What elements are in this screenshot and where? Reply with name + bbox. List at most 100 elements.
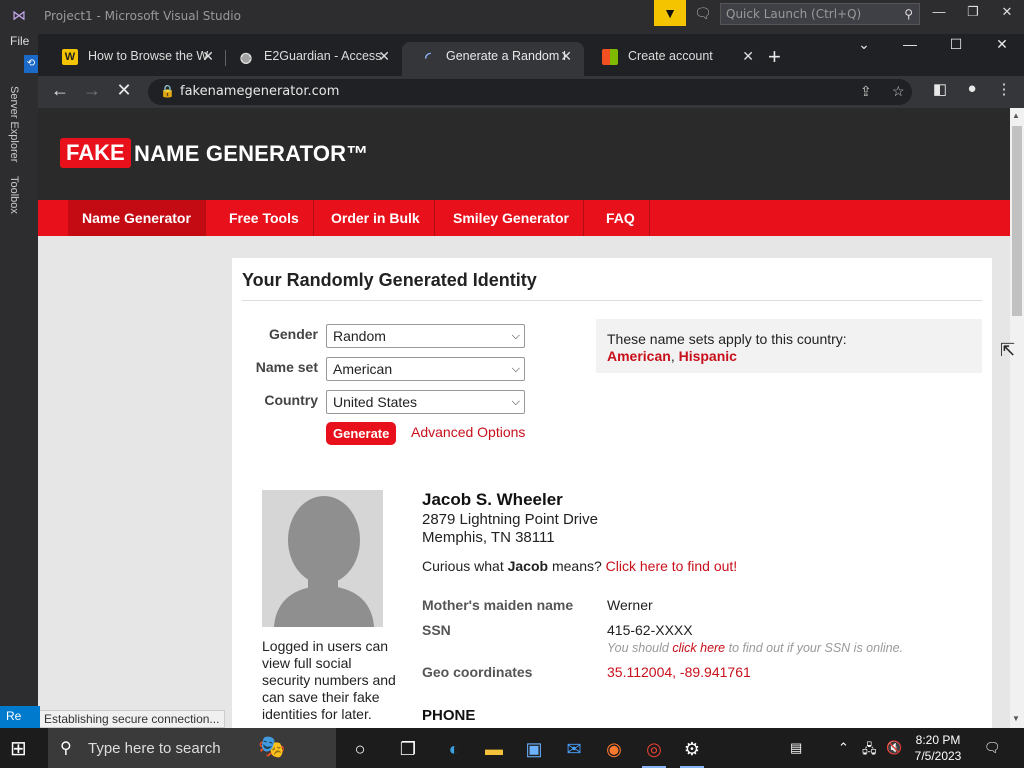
server-explorer-tab[interactable]: Server Explorer — [8, 86, 20, 162]
file-explorer-icon[interactable]: ▬ — [478, 736, 510, 762]
chevron-up-icon[interactable]: ⌃ — [838, 740, 849, 756]
close-icon[interactable]: ✕ — [982, 36, 1022, 53]
generate-button[interactable]: Generate — [326, 422, 397, 445]
geo-coordinates-link[interactable]: 35.112004, -89.941761 — [607, 664, 751, 680]
vs-window-title: Project1 - Microsoft Visual Studio — [44, 9, 241, 23]
side-panel-icon[interactable]: ◧ — [926, 80, 954, 98]
american-link[interactable]: American — [607, 348, 671, 364]
restore-icon[interactable]: ❐ — [958, 4, 988, 20]
kebab-menu-icon[interactable]: ⋮ — [990, 80, 1018, 98]
tab-close-icon[interactable]: ✕ — [202, 42, 214, 70]
gender-select[interactable]: Random ⌵ — [326, 324, 525, 348]
vs-back-icon[interactable]: ⟲ — [24, 55, 38, 73]
hispanic-link[interactable]: Hispanic — [679, 348, 737, 364]
new-tab-icon[interactable]: + — [768, 44, 781, 70]
maximize-icon[interactable]: ☐ — [936, 36, 976, 53]
stop-loading-icon[interactable]: ✕ — [110, 80, 138, 101]
web-page: FAKE NAME GENERATOR™ Name Generator Free… — [38, 108, 1010, 728]
page-scrollbar[interactable]: ▲ ▼ — [1010, 108, 1024, 728]
country-nameset-info: These name sets apply to this country: A… — [596, 319, 982, 373]
store-icon[interactable]: ▣ — [518, 736, 550, 762]
toolbox-tab[interactable]: Toolbox — [8, 176, 20, 214]
loading-status: Establishing secure connection... — [38, 710, 226, 728]
chevron-down-icon: ⌵ — [511, 396, 520, 408]
tab-title: E2Guardian - Access — [264, 49, 382, 63]
identity-panel: Your Randomly Generated Identity Gender … — [232, 258, 992, 728]
search-highlight-icon: 🎭 — [258, 734, 286, 759]
share-icon[interactable]: ⇪ — [860, 83, 872, 100]
name-meaning-line: Curious what Jacob means? Click here to … — [422, 558, 737, 574]
logo-fake[interactable]: FAKE — [60, 138, 131, 168]
tab-close-icon[interactable]: ✕ — [742, 42, 754, 70]
identity-name: Jacob S. Wheeler — [422, 490, 563, 509]
taskbar-search-box[interactable]: ⚲ Type here to search 🎭 — [48, 728, 336, 768]
vs-menu-file[interactable]: File — [10, 34, 29, 48]
tab-generate-random[interactable]: ◜ Generate a Random I ✕ — [402, 42, 584, 76]
notification-icon[interactable]: 🗨 — [984, 740, 1001, 756]
scroll-thumb[interactable] — [1012, 126, 1022, 316]
feedback-icon[interactable]: 🗨 — [694, 5, 712, 22]
back-arrow-icon[interactable]: ← — [46, 80, 74, 101]
scroll-up-icon[interactable]: ▲ — [1012, 111, 1020, 120]
scroll-down-icon[interactable]: ▼ — [1012, 714, 1020, 723]
windows-start-icon[interactable]: ⊞ — [10, 736, 27, 761]
mail-icon[interactable]: ✉ — [558, 736, 590, 762]
search-icon: ⚲ — [904, 7, 913, 21]
name-meaning-link[interactable]: Click here to find out! — [606, 558, 738, 574]
cortana-icon[interactable]: ○ — [344, 736, 376, 762]
minimize-icon[interactable]: — — [924, 4, 954, 19]
forward-arrow-icon[interactable]: → — [78, 80, 106, 101]
network-icon[interactable]: 🖧 — [862, 740, 877, 762]
chrome-window: W How to Browse the W ✕ ◍ E2Guardian - A… — [38, 34, 1024, 728]
curious-name: Jacob — [507, 558, 549, 574]
nameset-label: Name set — [255, 359, 318, 375]
nav-order-in-bulk[interactable]: Order in Bulk — [317, 200, 435, 236]
country-select[interactable]: United States ⌵ — [326, 390, 525, 414]
logo-name-generator[interactable]: NAME GENERATOR™ — [134, 141, 368, 167]
nav-faq[interactable]: FAQ — [592, 200, 650, 236]
loading-spinner-icon: ◜ — [425, 49, 431, 65]
tab-close-icon[interactable]: ✕ — [378, 42, 390, 70]
chevron-down-icon: ⌵ — [511, 330, 520, 342]
nav-name-generator[interactable]: Name Generator — [68, 200, 206, 236]
ssn-label: SSN — [422, 622, 451, 638]
firefox-icon[interactable]: ◉ — [598, 736, 630, 762]
vs-status-bar: Re — [0, 706, 40, 728]
nav-smiley-generator[interactable]: Smiley Generator — [439, 200, 584, 236]
microsoft-logo-icon — [602, 49, 618, 65]
task-view-icon[interactable]: ❐ — [392, 736, 424, 762]
browser-toolbar: ← → ✕ 🔒 fakenamegenerator.com ⇪ ☆ ◧ ● ⋮ — [38, 76, 1024, 108]
tab-e2guardian[interactable]: ◍ E2Guardian - Access ✕ — [220, 42, 402, 76]
nav-free-tools[interactable]: Free Tools — [215, 200, 314, 236]
ssn-check-link[interactable]: click here — [672, 641, 725, 655]
chrome-icon[interactable]: ◎ — [638, 736, 670, 768]
profile-icon[interactable]: ● — [958, 80, 986, 97]
nameset-select[interactable]: American ⌵ — [326, 357, 525, 381]
action-icon[interactable]: ▤ — [790, 740, 802, 756]
address-bar[interactable]: 🔒 fakenamegenerator.com ⇪ ☆ — [148, 79, 912, 105]
quick-launch-input[interactable]: Quick Launch (Ctrl+Q) ⚲ — [720, 3, 920, 25]
bookmark-star-icon[interactable]: ☆ — [892, 83, 905, 100]
mouse-cursor-icon: ⇱ — [1000, 340, 1016, 360]
volume-muted-icon[interactable]: 🔇 — [886, 740, 902, 756]
main-nav: Name Generator Free Tools Order in Bulk … — [38, 200, 1010, 236]
lock-icon[interactable]: 🔒 — [160, 84, 175, 98]
avatar — [262, 490, 383, 627]
filter-icon[interactable]: ▼ — [654, 0, 686, 26]
system-clock[interactable]: 8:20 PM 7/5/2023 — [908, 732, 968, 764]
visual-studio-logo-icon: ⋈ — [12, 7, 26, 23]
edge-icon[interactable]: ◐ — [438, 736, 470, 762]
close-icon[interactable]: ✕ — [992, 4, 1022, 20]
tab-search-chevron-icon[interactable]: ⌄ — [844, 36, 884, 53]
curious-mid: means? — [551, 558, 602, 574]
tab-close-icon[interactable]: ✕ — [560, 42, 572, 70]
url-text: fakenamegenerator.com — [180, 84, 340, 99]
advanced-options-link[interactable]: Advanced Options — [411, 424, 525, 440]
tab-create-account[interactable]: Create account ✕ — [584, 42, 766, 76]
tab-strip: W How to Browse the W ✕ ◍ E2Guardian - A… — [38, 34, 1024, 76]
country-info-text: These name sets apply to this country: — [607, 331, 847, 347]
settings-gear-icon[interactable]: ⚙ — [676, 736, 708, 768]
minimize-icon[interactable]: — — [890, 36, 930, 52]
vs-titlebar: ⋈ Project1 - Microsoft Visual Studio ▼ 🗨… — [0, 0, 1024, 30]
tab-how-to-browse[interactable]: W How to Browse the W ✕ — [44, 42, 226, 76]
